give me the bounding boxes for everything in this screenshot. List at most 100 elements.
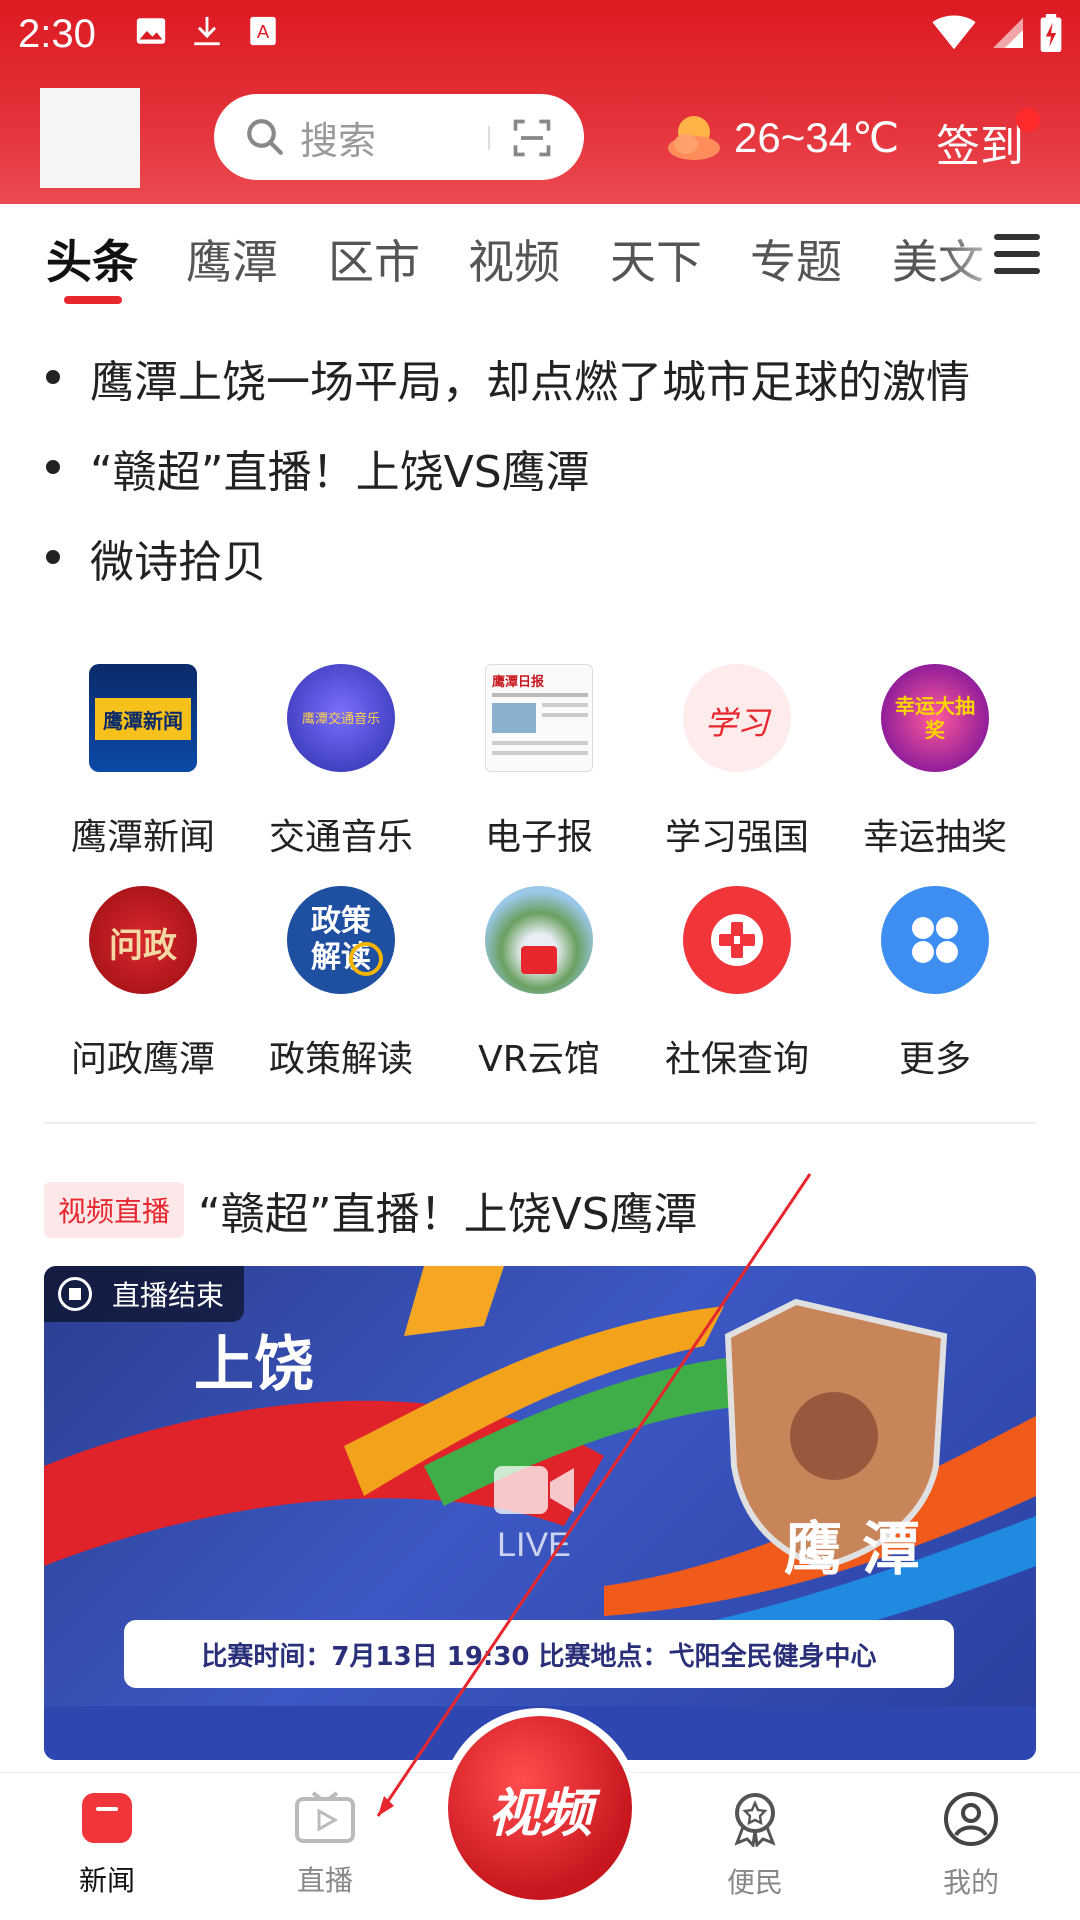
news-icon — [82, 1793, 132, 1843]
service-label: 幸运抽奖 — [862, 817, 1007, 858]
signin-badge-dot — [1016, 108, 1040, 132]
search-placeholder: 搜索 — [300, 118, 377, 163]
live-tag: 视频直播 — [44, 1182, 185, 1238]
service-label: 社保查询 — [664, 1039, 809, 1080]
search-divider — [488, 126, 490, 150]
headline-list: 鹰潭上饶一场平局，却点燃了城市足球的激情 “赣超”直播！上饶VS鹰潭 微诗拾贝 — [44, 346, 1044, 616]
xuexi-icon-text: 学习 — [704, 704, 769, 742]
service-label: VR云馆 — [478, 1039, 600, 1080]
live-status-text: 直播结束 — [112, 1279, 225, 1312]
channel-tabs: 头条 鹰潭 区市 视频 天下 专题 美文 — [0, 204, 1080, 314]
service-label: 鹰潭新闻 — [70, 817, 215, 858]
service-traffic-music[interactable]: 鹰潭交通音乐 交通音乐 — [242, 664, 440, 860]
lucky-draw-icon-text: 幸运大抽奖 — [895, 694, 975, 742]
weather-widget[interactable]: 26~34℃ — [664, 112, 899, 162]
social-security-icon — [683, 886, 791, 994]
match-info: 比赛时间：7月13日 19:30 比赛地点：弋阳全民健身中心 — [124, 1620, 954, 1688]
e-newspaper-icon-text: 鹰潭日报 — [492, 675, 545, 690]
live-play-label: LIVE — [497, 1526, 571, 1564]
search-bar[interactable]: 搜索 — [214, 94, 584, 180]
tab-zhuanti[interactable]: 专题 — [750, 226, 842, 292]
live-status-badge: 直播结束 — [44, 1266, 245, 1322]
nav-profile[interactable]: 我的 — [896, 1791, 1046, 1901]
service-lucky-draw[interactable]: 幸运大抽奖 幸运抽奖 — [836, 664, 1034, 860]
status-time: 2:30 — [18, 12, 96, 56]
nav-video-center-button[interactable]: 视频 — [440, 1708, 640, 1908]
yingtan-news-icon-text: 鹰潭新闻 — [95, 698, 191, 740]
lucky-draw-icon: 幸运大抽奖 — [881, 664, 989, 772]
app-header: 2:30 A 搜索 26~34℃ 签到 — [0, 0, 1080, 204]
image-notification-icon — [136, 18, 166, 44]
service-label: 更多 — [898, 1039, 971, 1080]
policy-icon: 政策解读 — [287, 886, 395, 994]
signin-button[interactable]: 签到 — [936, 110, 1024, 174]
e-newspaper-icon: 鹰潭日报 — [485, 664, 593, 772]
service-vr-hall[interactable]: VR云馆 — [440, 886, 638, 1082]
text-app-icon: A — [250, 16, 276, 46]
nav-label: 我的 — [942, 1866, 999, 1899]
notification-icons: A — [134, 14, 280, 48]
signal-icon — [993, 18, 1023, 48]
nav-label: 便民 — [726, 1866, 783, 1899]
service-more[interactable]: 更多 — [836, 886, 1034, 1082]
wifi-icon — [932, 15, 976, 50]
tab-yingtan[interactable]: 鹰潭 — [186, 226, 278, 292]
stop-icon — [58, 1277, 92, 1311]
live-video-card[interactable]: 直播结束 上饶 鹰潭 LIVE 比赛时间：7月13日 19:30 比赛地点：弋阳… — [44, 1266, 1036, 1760]
traffic-music-icon-text: 鹰潭交通音乐 — [301, 712, 380, 727]
wenzheng-icon-text: 问政 — [109, 926, 177, 966]
vr-hall-icon — [485, 886, 593, 994]
svg-text:A: A — [257, 21, 270, 42]
nav-label: 直播 — [296, 1864, 353, 1897]
team-left: 上饶 — [194, 1330, 314, 1400]
convenience-icon — [734, 1793, 776, 1849]
active-tab-indicator — [64, 296, 122, 304]
section-divider — [44, 1122, 1036, 1124]
wenzheng-icon: 问政 — [89, 886, 197, 994]
live-card-header[interactable]: 视频直播 “赣超”直播！上饶VS鹰潭 — [44, 1178, 698, 1242]
tab-video[interactable]: 视频 — [468, 226, 560, 292]
live-icon — [295, 1791, 355, 1843]
tab-tianxia[interactable]: 天下 — [610, 226, 702, 292]
service-yingtan-news[interactable]: 鹰潭新闻 鹰潭新闻 — [44, 664, 242, 860]
live-title: “赣超”直播！上饶VS鹰潭 — [198, 1189, 698, 1240]
download-icon — [194, 16, 220, 46]
service-label: 政策解读 — [268, 1039, 413, 1080]
service-policy[interactable]: 政策解读 政策解读 — [242, 886, 440, 1082]
battery-icon — [1040, 14, 1062, 52]
nav-live[interactable]: 直播 — [250, 1791, 400, 1899]
tab-qushi[interactable]: 区市 — [328, 226, 420, 292]
service-wenzheng[interactable]: 问政 问政鹰潭 — [44, 886, 242, 1082]
service-social-security[interactable]: 社保查询 — [638, 886, 836, 1082]
headline-item[interactable]: 鹰潭上饶一场平局，却点燃了城市足球的激情 — [44, 346, 1044, 436]
search-icon — [247, 119, 283, 155]
service-label: 电子报 — [484, 817, 593, 858]
profile-icon — [944, 1792, 998, 1846]
nav-label: 新闻 — [78, 1864, 135, 1897]
traffic-music-icon: 鹰潭交通音乐 — [287, 664, 395, 772]
channel-menu-icon[interactable] — [994, 234, 1040, 274]
nav-news[interactable]: 新闻 — [32, 1791, 182, 1899]
video-camera-icon — [494, 1466, 574, 1514]
video-center-label: 视频 — [487, 1783, 592, 1844]
service-label: 交通音乐 — [268, 817, 413, 858]
nav-convenience[interactable]: 便民 — [680, 1791, 830, 1901]
yingtan-news-icon: 鹰潭新闻 — [89, 664, 197, 772]
more-icon — [881, 886, 989, 994]
status-bar: 2:30 A — [0, 0, 1080, 72]
service-label: 问政鹰潭 — [70, 1039, 215, 1080]
app-logo[interactable] — [40, 88, 140, 188]
scan-icon[interactable] — [510, 116, 554, 160]
weather-temperature: 26~34℃ — [734, 113, 900, 161]
headline-item[interactable]: 微诗拾贝 — [44, 526, 1044, 616]
service-label: 学习强国 — [664, 817, 809, 858]
service-e-newspaper[interactable]: 鹰潭日报 电子报 — [440, 664, 638, 860]
partly-cloudy-icon — [668, 116, 720, 160]
service-xuexi[interactable]: 学习 学习强国 — [638, 664, 836, 860]
xuexi-icon: 学习 — [683, 664, 791, 772]
video-center-icon: 视频 — [448, 1716, 632, 1900]
tab-toutiao[interactable]: 头条 — [46, 226, 138, 292]
headline-item[interactable]: “赣超”直播！上饶VS鹰潭 — [44, 436, 1044, 526]
system-icons — [932, 14, 1062, 52]
live-play-button[interactable]: LIVE — [494, 1462, 574, 1565]
